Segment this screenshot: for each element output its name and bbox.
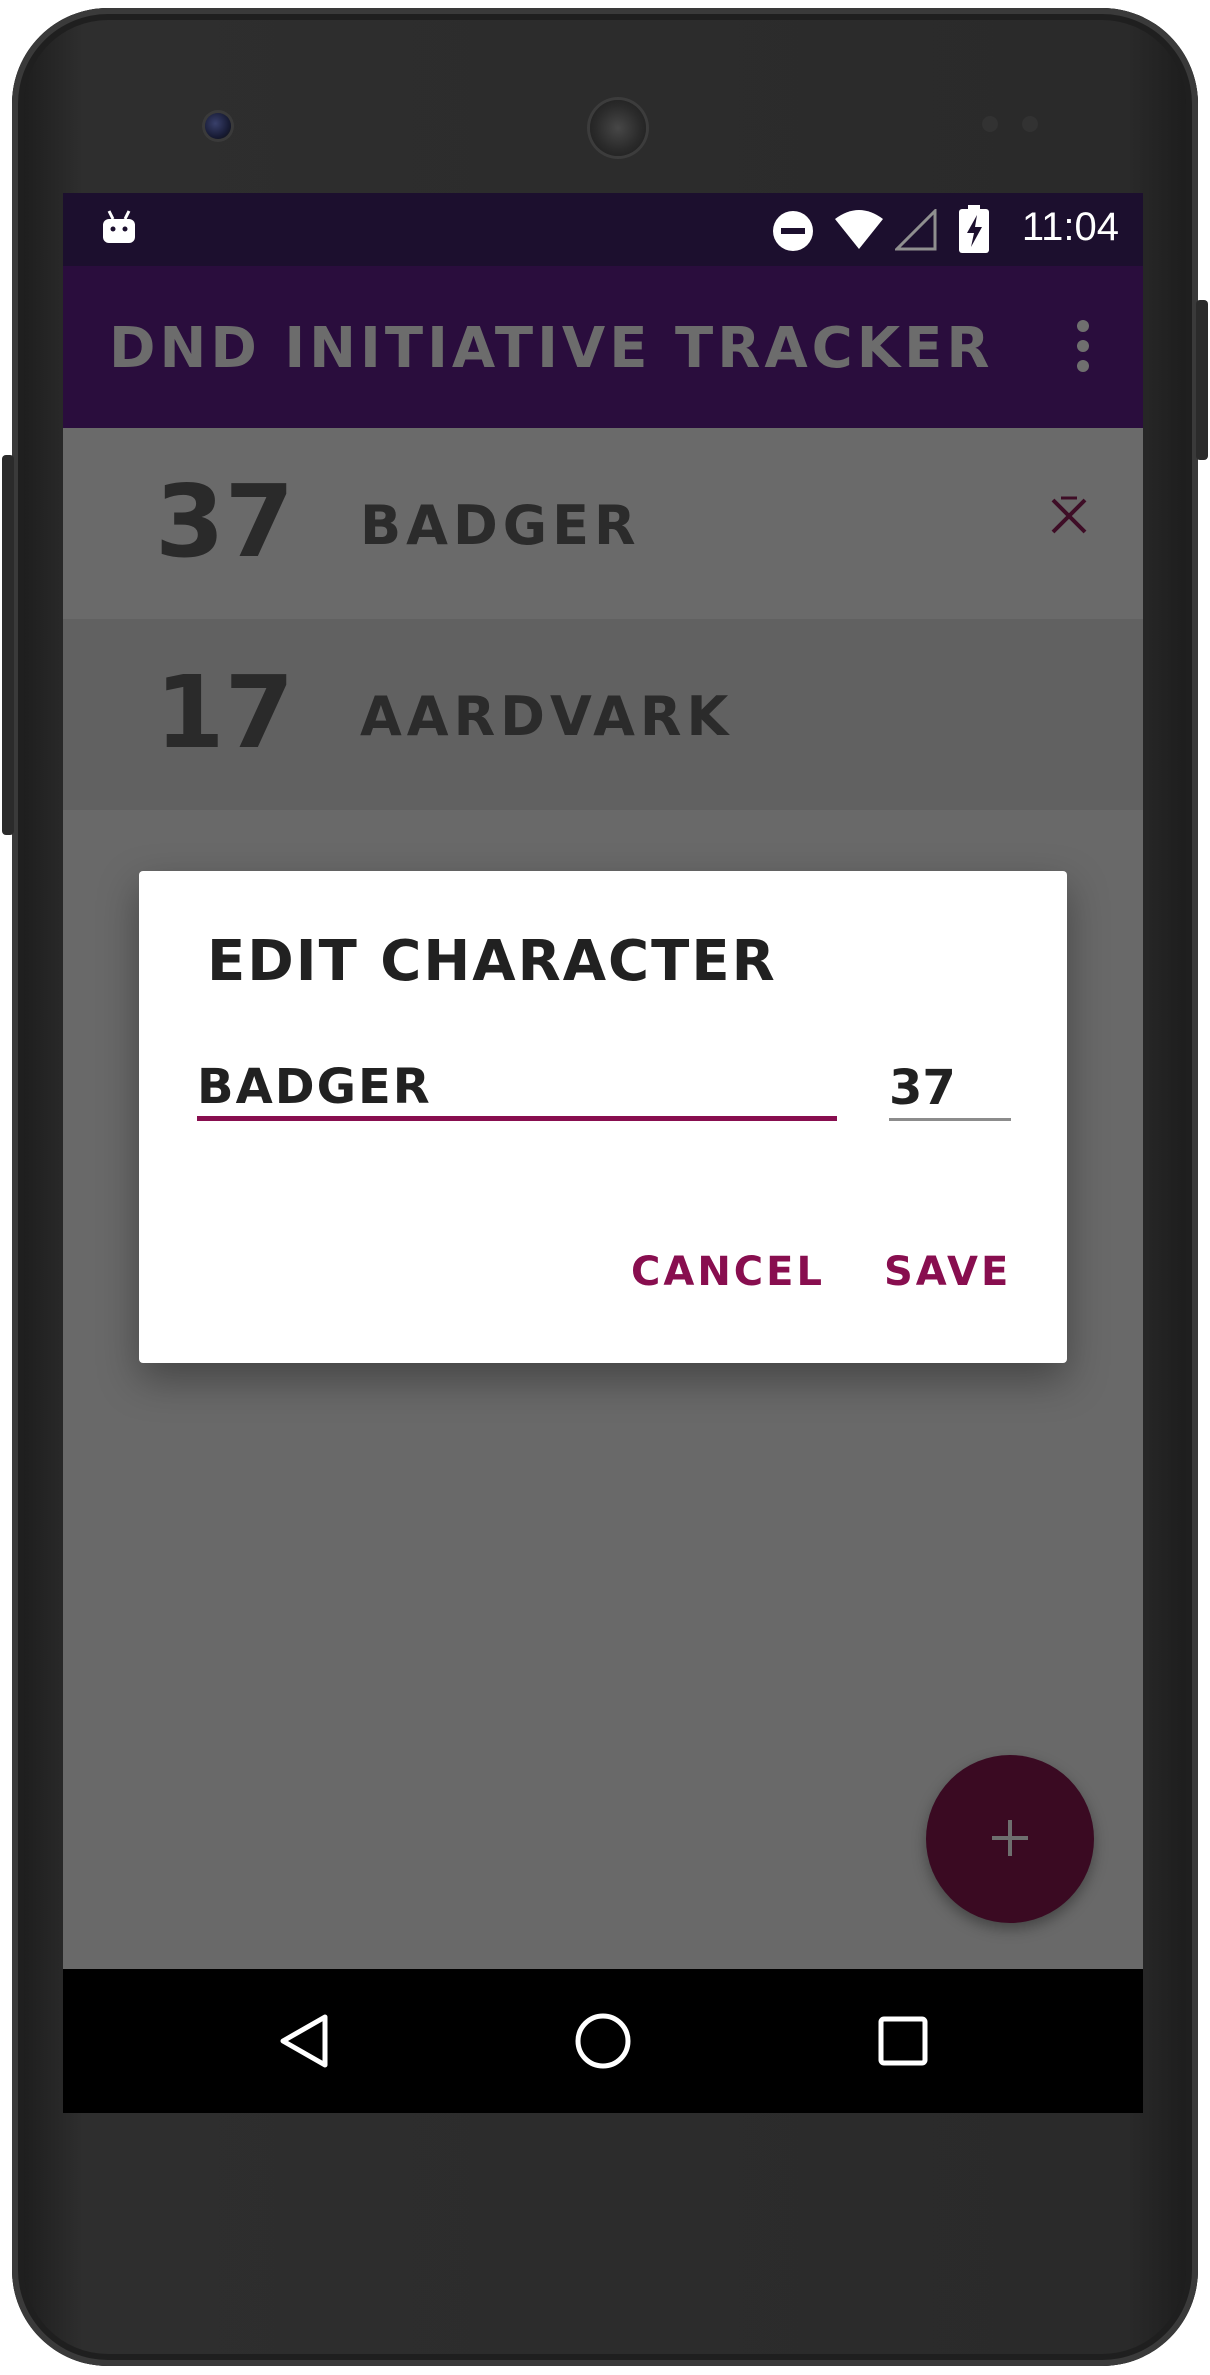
character-name: BADGER <box>360 494 641 557</box>
home-icon[interactable] <box>563 2001 643 2081</box>
volume-button <box>2 455 14 835</box>
power-button <box>1196 300 1208 460</box>
name-field[interactable] <box>197 1061 837 1121</box>
overflow-menu-icon[interactable] <box>1063 316 1103 376</box>
status-bar: 11:04 <box>63 193 1143 266</box>
status-time: 11:04 <box>1021 205 1119 249</box>
do-not-disturb-icon <box>771 209 815 257</box>
app-bar: DND INITIATIVE TRACKER <box>63 266 1143 428</box>
initiative-field[interactable] <box>889 1061 1011 1121</box>
app-title: DND INITIATIVE TRACKER <box>109 316 994 381</box>
earpiece-speaker <box>590 100 646 156</box>
add-character-button[interactable] <box>926 1755 1094 1923</box>
screen: 11:04 DND INITIATIVE TRACKER 37 BADGER 1… <box>63 193 1143 2113</box>
back-icon[interactable] <box>265 2001 345 2081</box>
character-initiative: 17 <box>155 654 295 771</box>
list-item[interactable]: 37 BADGER <box>63 428 1143 619</box>
cell-signal-icon <box>893 207 937 255</box>
android-debug-icon <box>99 207 139 251</box>
edit-character-dialog: EDIT CHARACTER CANCEL SAVE <box>139 871 1067 1363</box>
navigation-bar <box>63 1969 1143 2113</box>
dialog-title: EDIT CHARACTER <box>207 929 777 994</box>
front-camera <box>205 113 231 139</box>
plus-icon <box>986 1814 1034 1865</box>
light-sensor <box>1022 116 1038 132</box>
character-name: AARDVARK <box>360 685 734 748</box>
list-item[interactable]: 17 AARDVARK <box>63 619 1143 810</box>
character-list: 37 BADGER 17 AARDVARK <box>63 428 1143 810</box>
cancel-button[interactable]: CANCEL <box>621 1241 835 1303</box>
battery-charging-icon <box>959 205 989 257</box>
wifi-icon <box>833 209 885 255</box>
recents-icon[interactable] <box>863 2001 943 2081</box>
proximity-sensor <box>982 116 998 132</box>
delete-icon[interactable] <box>1047 494 1091 538</box>
character-initiative: 37 <box>155 463 295 580</box>
save-button[interactable]: SAVE <box>874 1241 1021 1303</box>
